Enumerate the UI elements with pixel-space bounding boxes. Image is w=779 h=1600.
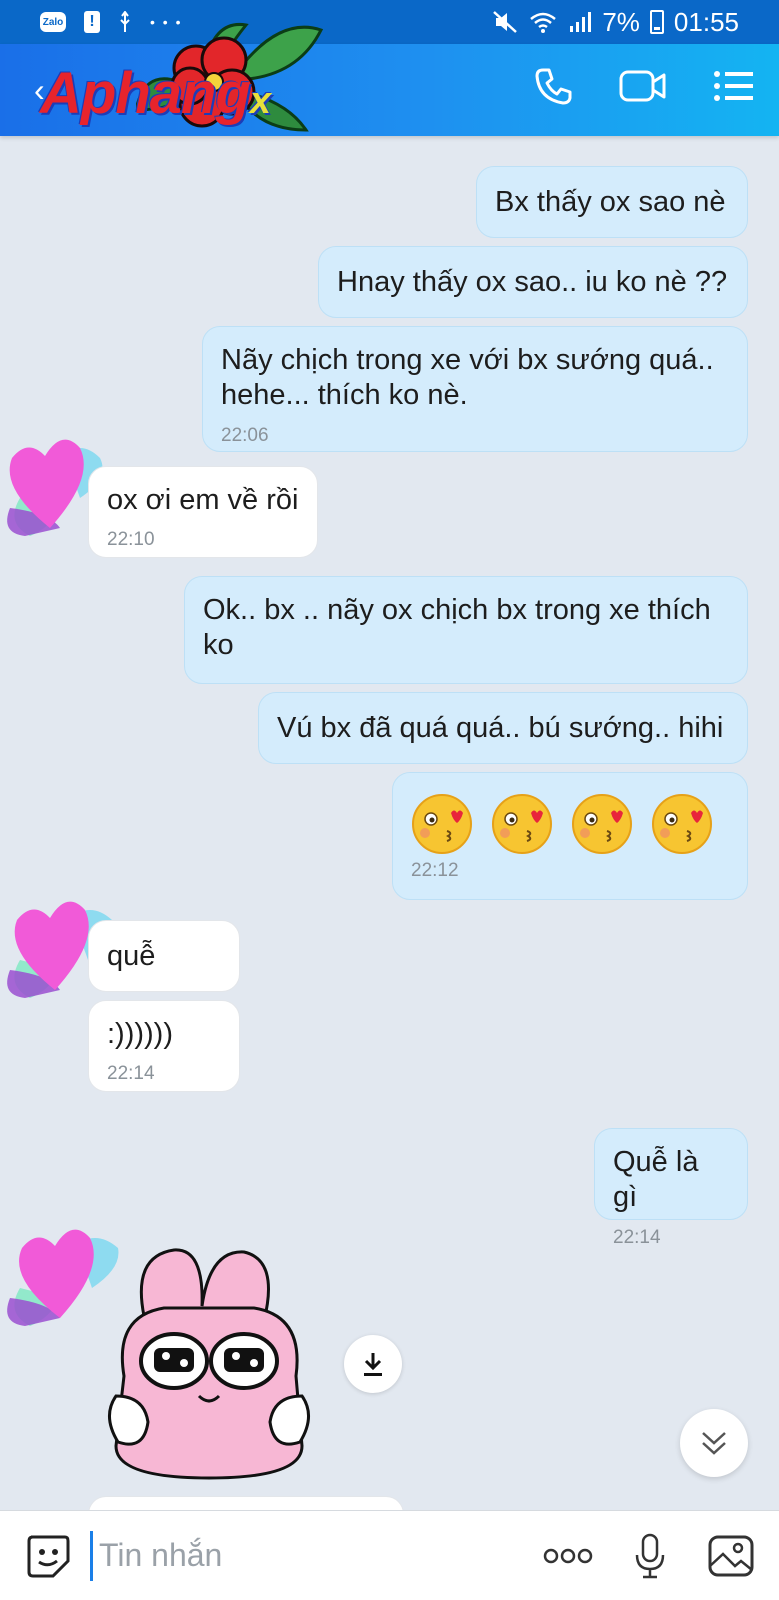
message-time: 22:14 <box>107 1063 155 1085</box>
brand-text-main: Aphang <box>40 61 251 126</box>
brand-text-suffix: x <box>249 80 271 122</box>
chat-header: ‹ Aphangx <box>0 22 779 136</box>
list-menu-icon[interactable] <box>713 69 755 103</box>
more-dots-icon[interactable] <box>543 1548 593 1564</box>
message-time: 22:10 <box>107 529 155 551</box>
battery-percent: 7% <box>602 6 640 37</box>
phone-icon[interactable] <box>533 66 573 106</box>
video-call-icon[interactable] <box>619 68 667 104</box>
message-bubble-incoming[interactable]: ox ơi em về rồi 22:10 <box>88 466 318 558</box>
download-icon <box>364 1353 382 1376</box>
kiss-emoji-icon <box>412 794 472 854</box>
microphone-icon[interactable] <box>633 1533 667 1579</box>
message-text: quễ <box>107 940 156 972</box>
status-bar: Zalo ! • • • 7% 01:55 <box>0 0 779 44</box>
mute-icon <box>493 11 518 33</box>
message-text: Nãy chịch trong xe với bx sướng quá.. he… <box>221 344 714 412</box>
zalo-notification-icon: Zalo <box>40 12 66 32</box>
sticker-button[interactable] <box>24 1532 72 1580</box>
clock: 01:55 <box>673 6 739 37</box>
message-text: Bx thấy ox sao nè <box>495 186 726 218</box>
status-system: 7% 01:55 <box>492 7 739 38</box>
wifi-icon <box>530 12 557 33</box>
warning-notification-icon: ! <box>84 11 100 33</box>
usb-icon <box>120 11 130 32</box>
header-logo: Aphangx <box>36 22 324 134</box>
message-bubble-incoming[interactable]: :)))))) 22:14 <box>88 1000 240 1092</box>
message-text: Vú bx đã quá quá.. bú sướng.. hihi <box>277 712 724 744</box>
message-text: ox ơi em về rồi <box>107 484 299 516</box>
message-bubble-outgoing[interactable]: Bx thấy ox sao nè <box>476 166 748 238</box>
brand-text: Aphangx <box>40 60 271 127</box>
message-bubble-outgoing[interactable]: Ok.. bx .. nãy ox chịch bx trong xe thíc… <box>184 576 748 684</box>
header-actions <box>533 66 755 106</box>
message-bubble-outgoing[interactable]: Hnay thấy ox sao.. iu ko nè ?? <box>318 246 748 318</box>
message-bubble-incoming[interactable]: quễ <box>88 920 240 992</box>
bunny-sticker[interactable] <box>104 1246 314 1480</box>
message-time: 22:06 <box>221 424 269 446</box>
message-time: 22:12 <box>411 860 459 881</box>
scroll-to-bottom-button[interactable] <box>680 1409 748 1477</box>
message-bubble-outgoing[interactable]: 22:12 <box>392 772 748 900</box>
message-bubble-outgoing[interactable]: Vú bx đã quá quá.. bú sướng.. hihi <box>258 692 748 764</box>
message-bubble-outgoing[interactable]: Nãy chịch trong xe với bx sướng quá.. he… <box>202 326 748 452</box>
message-input[interactable]: Tin nhắn <box>90 1530 543 1581</box>
message-text: Quễ là gì <box>613 1146 699 1214</box>
message-text: Hnay thấy ox sao.. iu ko nè ?? <box>337 266 728 298</box>
message-bubble-outgoing[interactable]: Quễ là gì 22:14 <box>594 1128 748 1248</box>
message-text: Ok.. bx .. nãy ox chịch bx trong xe thíc… <box>203 594 711 662</box>
chevron-double-down-icon <box>702 1432 726 1455</box>
input-actions <box>543 1533 755 1579</box>
kiss-emoji-icon <box>572 794 632 854</box>
signal-icon <box>570 12 592 32</box>
message-input-bar: Tin nhắn <box>0 1510 779 1600</box>
kiss-emoji-icon <box>652 794 712 854</box>
emoji-row <box>411 789 729 855</box>
download-button[interactable] <box>344 1335 402 1393</box>
kiss-emoji-icon <box>492 794 552 854</box>
battery-icon <box>649 10 664 34</box>
message-text: :)))))) <box>107 1018 174 1050</box>
image-icon[interactable] <box>707 1534 755 1578</box>
message-time: 22:14 <box>613 1226 661 1248</box>
sticker-face-icon <box>27 1535 70 1577</box>
